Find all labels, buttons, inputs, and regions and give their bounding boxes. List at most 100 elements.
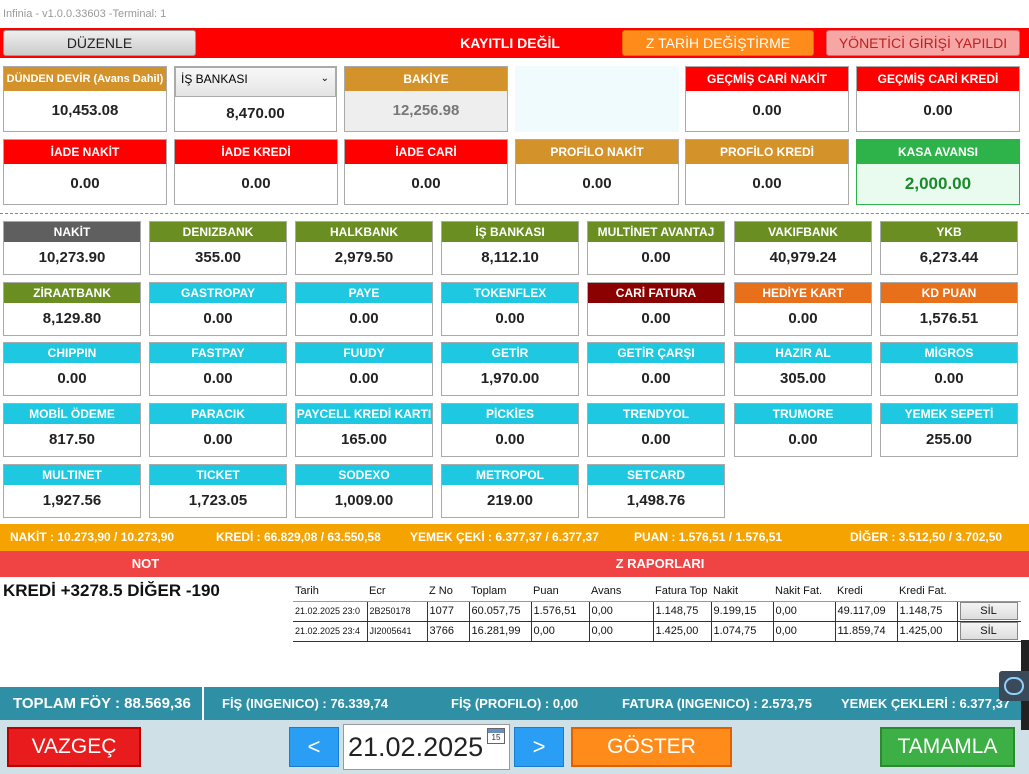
table-cell: 0,00 [531,621,590,642]
yonetici-girisi-button[interactable]: YÖNETİCİ GİRİŞİ YAPILDI [826,30,1020,56]
payment-tile[interactable]: HAZIR AL 305.00 [734,342,872,396]
payment-tile[interactable]: FUUDY 0.00 [295,342,433,396]
date-picker[interactable]: 21.02.2025 15 [343,724,510,770]
goster-button[interactable]: GÖSTER [571,727,732,767]
bakiye-label: BAKİYE [345,67,507,91]
payment-tile[interactable]: VAKIFBANK 40,979.24 [734,221,872,275]
payment-tile[interactable]: SODEXO 1,009.00 [295,464,433,518]
bank-select-amount: 8,470.00 [226,105,285,122]
status-text: KAYITLI DEĞİL [460,35,560,51]
window-title: Infinia - v1.0.0.33603 -Terminal: 1 [0,0,1029,28]
payment-tile-label: TRUMORE [735,404,871,424]
payment-tile-label: MULTİNET AVANTAJ [588,222,724,242]
payment-tile-value: 0.00 [934,370,964,387]
payment-tile[interactable]: METROPOL 219.00 [441,464,579,518]
payment-tile[interactable]: PAYCELL KREDİ KARTI 165.00 [295,403,433,457]
payment-tile-value: 1,498.76 [626,492,686,509]
payment-tile-label: PİCKİES [442,404,578,424]
chevron-down-icon: ⌄ [320,73,329,84]
not-text[interactable]: KREDİ +3278.5 DİĞER -190 [0,577,291,687]
vazgec-button[interactable]: VAZGEÇ [7,727,141,767]
z-raporlari-table: Tarih Ecr Z No Toplam Puan Avans Fatura Top Nak… [293,581,1021,642]
payment-tile-label: İŞ BANKASI [442,222,578,242]
payment-tile[interactable]: YEMEK SEPETİ 255.00 [880,403,1018,457]
table-cell: 1.148,75 [653,601,712,622]
bank-select-box: İŞ BANKASI ⌄ 8,470.00 [174,66,337,132]
payment-tile[interactable]: SETCARD 1,498.76 [587,464,725,518]
payment-tile[interactable]: FASTPAY 0.00 [149,342,287,396]
payment-tile[interactable]: DENIZBANK 355.00 [149,221,287,275]
payment-tile[interactable]: MULTİNET AVANTAJ 0.00 [587,221,725,275]
payment-tile[interactable]: NAKİT 10,273.90 [3,221,141,275]
bakiye-value: 12,256.98 [345,91,507,131]
payment-tile-label: MULTINET [4,465,140,485]
iade-kredi-box: İADE KREDİ 0.00 [174,139,338,205]
payment-tile[interactable]: TOKENFLEX 0.00 [441,282,579,336]
payment-tile[interactable]: PAYE 0.00 [295,282,433,336]
sil-button[interactable]: SİL [959,622,1018,640]
iade-kredi-label: İADE KREDİ [175,140,337,164]
table-cell: 1.148,75 [897,601,958,622]
payment-tile-label: SODEXO [296,465,432,485]
payment-tile-value: 1,576.51 [919,310,979,327]
payment-tile[interactable]: GETİR ÇARŞI 0.00 [587,342,725,396]
payment-tile-label: METROPOL [442,465,578,485]
z-tarih-degistirme-button[interactable]: Z TARİH DEĞİŞTİRME [622,30,814,56]
payment-tile[interactable]: CHIPPIN 0.00 [3,342,141,396]
totals-bar: TOPLAM FÖY : 88.569,36 FİŞ (INGENICO) : … [0,687,1029,720]
fatura-ingenico: FATURA (INGENICO) : 2.573,75 [622,696,812,711]
sil-button[interactable]: SİL [959,602,1018,620]
payment-tile[interactable]: MİGROS 0.00 [880,342,1018,396]
payment-tile[interactable]: GASTROPAY 0.00 [149,282,287,336]
payment-tile[interactable]: MOBİL ÖDEME 817.50 [3,403,141,457]
payment-tile[interactable]: PİCKİES 0.00 [441,403,579,457]
payment-tile-label: HALKBANK [296,222,432,242]
payment-tile-value: 0.00 [349,370,379,387]
payment-tile[interactable]: MULTINET 1,927.56 [3,464,141,518]
payment-tile-label: SETCARD [588,465,724,485]
kasa-avansi-value[interactable]: 2,000.00 [857,164,1019,204]
payment-tile[interactable]: HALKBANK 2,979.50 [295,221,433,275]
prev-date-button[interactable]: < [289,727,339,767]
payment-tile[interactable]: PARACIK 0.00 [149,403,287,457]
payment-tile[interactable]: YKB 6,273.44 [880,221,1018,275]
payment-tile[interactable]: ZİRAATBANK 8,129.80 [3,282,141,336]
payment-tile-label: TRENDYOL [588,404,724,424]
side-panel-icon[interactable] [999,671,1029,701]
payment-tile[interactable]: CARİ FATURA 0.00 [587,282,725,336]
payment-tile-value: 0.00 [203,310,233,327]
payment-tile[interactable]: KD PUAN 1,576.51 [880,282,1018,336]
payment-tile[interactable]: İŞ BANKASI 8,112.10 [441,221,579,275]
next-date-button[interactable]: > [514,727,564,767]
table-cell: JI2005641 [367,621,428,642]
kasa-avansi-label: KASA AVANSI [857,140,1019,164]
duzenle-button[interactable]: DÜZENLE [3,30,196,56]
gecmis-cari-kredi-label: GEÇMİŞ CARİ KREDİ [857,67,1019,91]
payment-tile-value: 1,970.00 [480,370,540,387]
z-raporlari-header: Z RAPORLARI [291,551,1029,577]
payment-tile-value: 40,979.24 [769,249,837,266]
payment-tile[interactable]: GETİR 1,970.00 [441,342,579,396]
payment-tile-label: TOKENFLEX [442,283,578,303]
payment-tile[interactable]: TICKET 1,723.05 [149,464,287,518]
payment-tile-value: 0.00 [641,370,671,387]
payment-tile[interactable]: HEDİYE KART 0.00 [734,282,872,336]
payment-tile-value: 165.00 [341,431,387,448]
table-cell: 0,00 [773,601,836,622]
gecmis-cari-nakit-box: GEÇMİŞ CARİ NAKİT 0.00 [685,66,849,132]
summary-kredi: KREDİ : 66.829,08 / 63.550,58 [216,530,381,544]
table-cell: 60.057,75 [469,601,532,622]
gecmis-cari-nakit-label: GEÇMİŞ CARİ NAKİT [686,67,848,91]
tamamla-button[interactable]: TAMAMLA [880,727,1015,767]
z-column-header: Ecr [367,581,427,602]
gecmis-cari-nakit-value: 0.00 [752,102,782,119]
payment-tile-value: 8,129.80 [42,310,102,327]
payment-tile[interactable]: TRENDYOL 0.00 [587,403,725,457]
z-raporlari-grid: Tarih Ecr Z No Toplam Puan Avans Fatura Top Nak… [293,581,1021,687]
calendar-icon[interactable]: 15 [487,728,505,744]
bank-select[interactable]: İŞ BANKASI ⌄ [175,67,336,97]
iade-cari-value: 0.00 [411,175,441,192]
payment-tile-value: 0.00 [203,370,233,387]
yemek-cekleri: YEMEK ÇEKLERİ : 6.377,37 [841,696,1011,711]
payment-tile[interactable]: TRUMORE 0.00 [734,403,872,457]
